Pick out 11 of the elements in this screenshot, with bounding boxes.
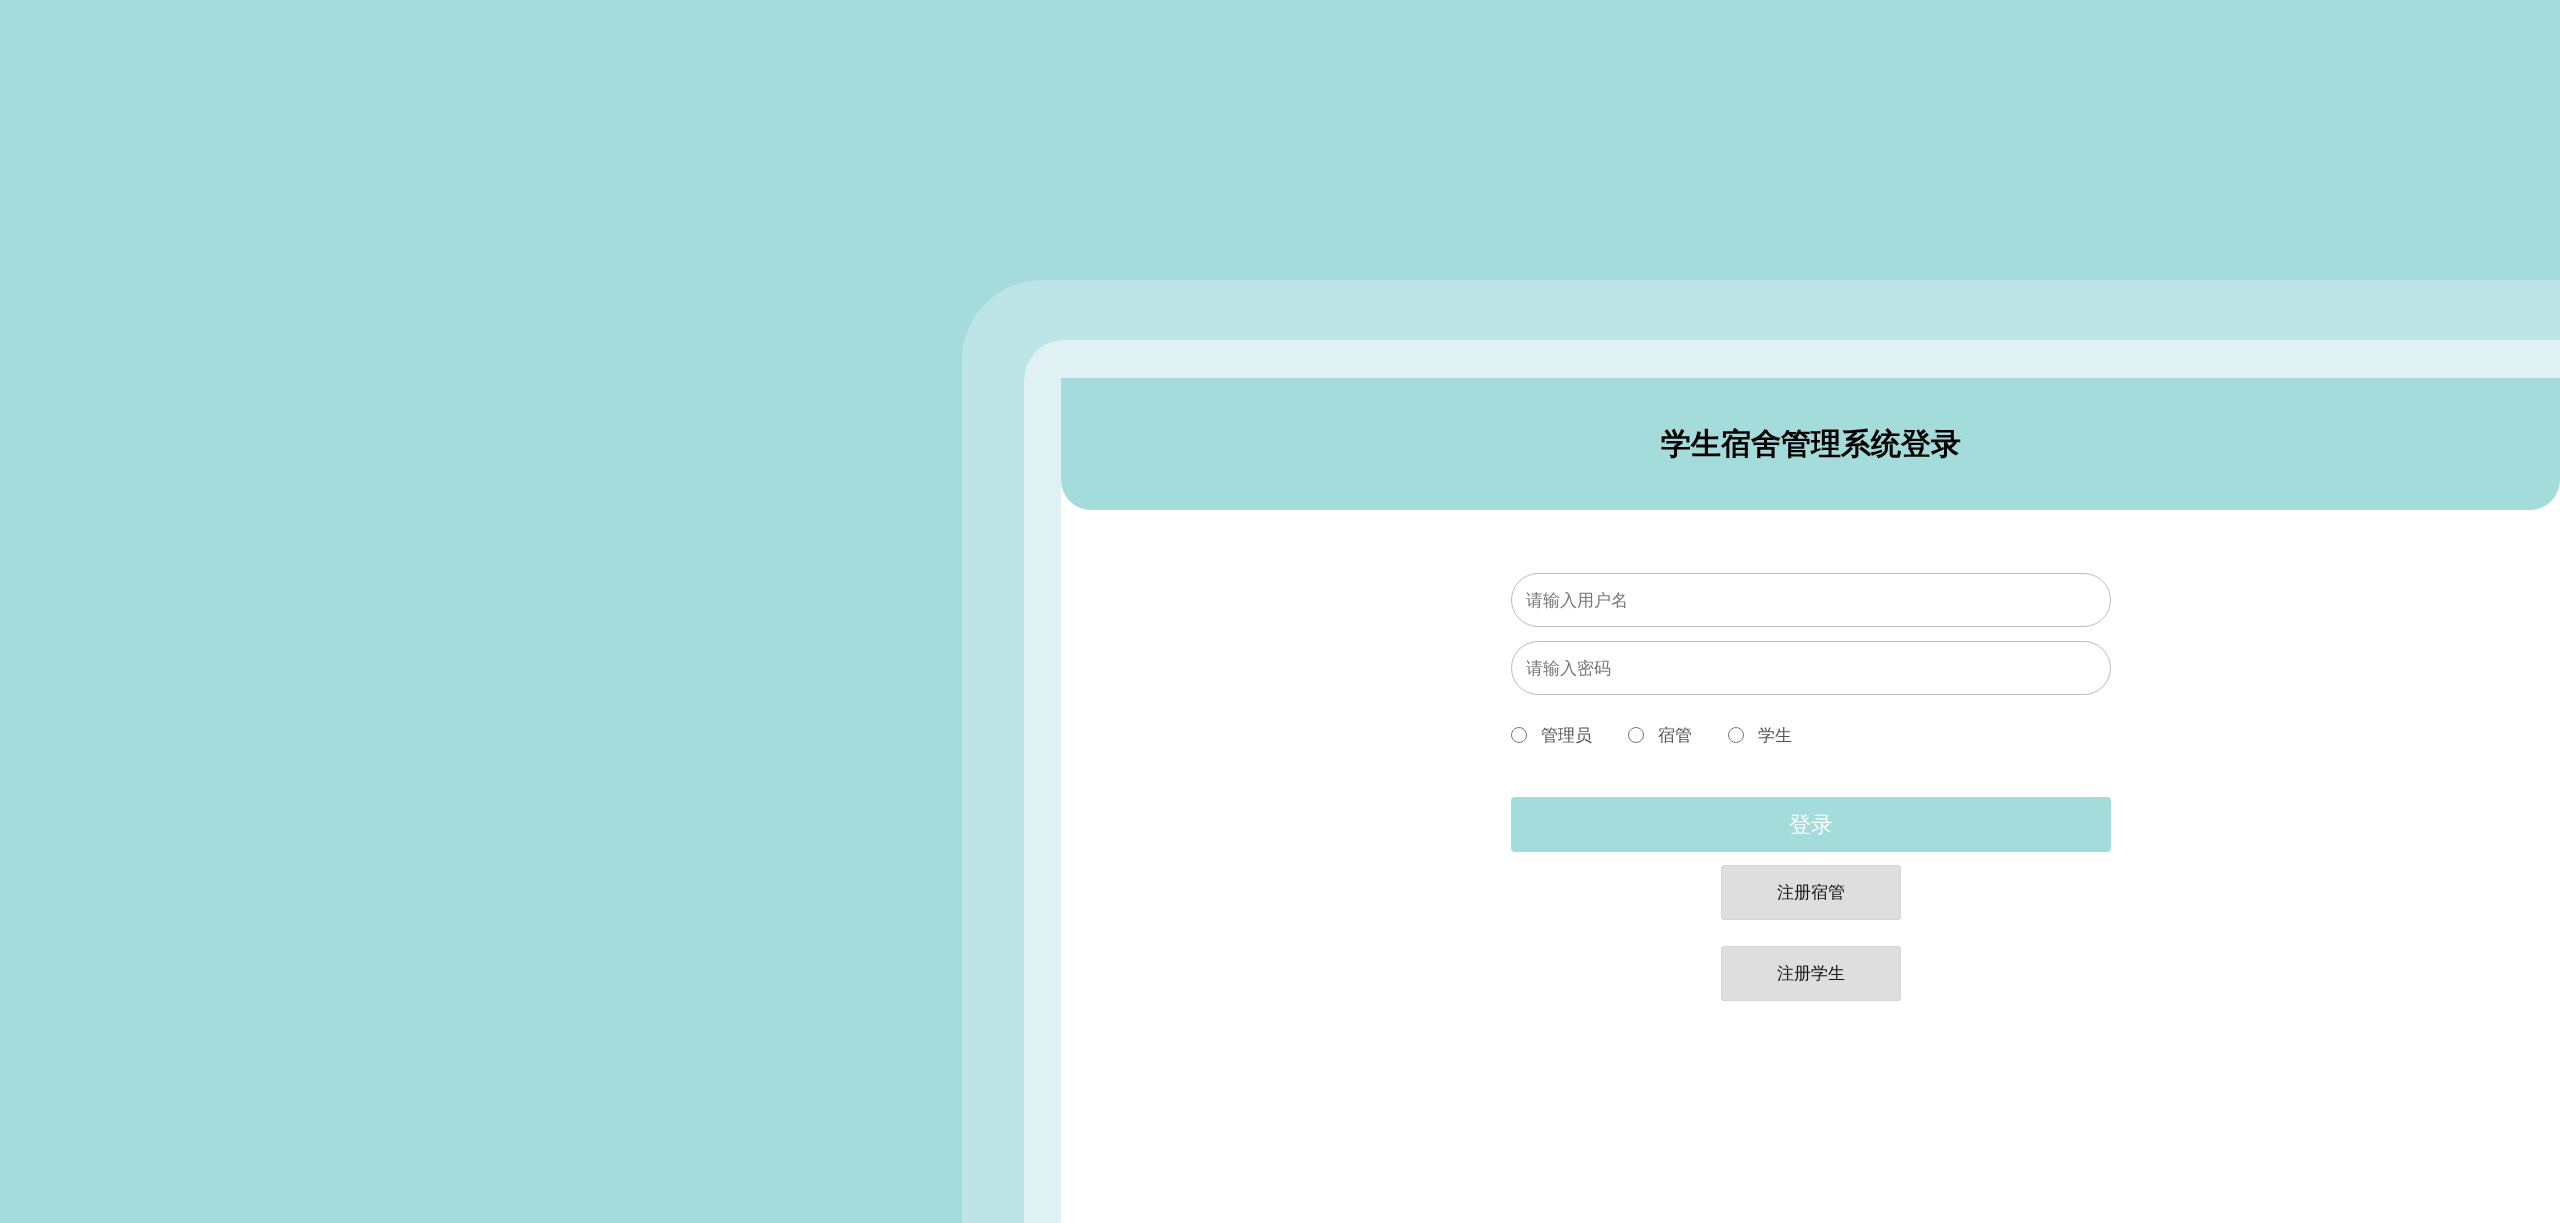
- page-title: 学生宿舍管理系统登录: [1660, 424, 1961, 463]
- role-label: 管理员: [1540, 723, 1592, 747]
- radio-button[interactable]: [1627, 727, 1644, 743]
- password-field[interactable]: 请输入密码: [1510, 641, 2111, 695]
- radio-button[interactable]: [1727, 727, 1744, 743]
- role-label: 宿管: [1657, 723, 1692, 747]
- register-button[interactable]: 注册学生: [1720, 946, 1901, 1001]
- radio-button[interactable]: [1510, 727, 1527, 743]
- register-button[interactable]: 注册宿管: [1720, 865, 1901, 920]
- role-label: 学生: [1757, 723, 1792, 747]
- username-field[interactable]: 请输入用户名: [1510, 573, 2111, 627]
